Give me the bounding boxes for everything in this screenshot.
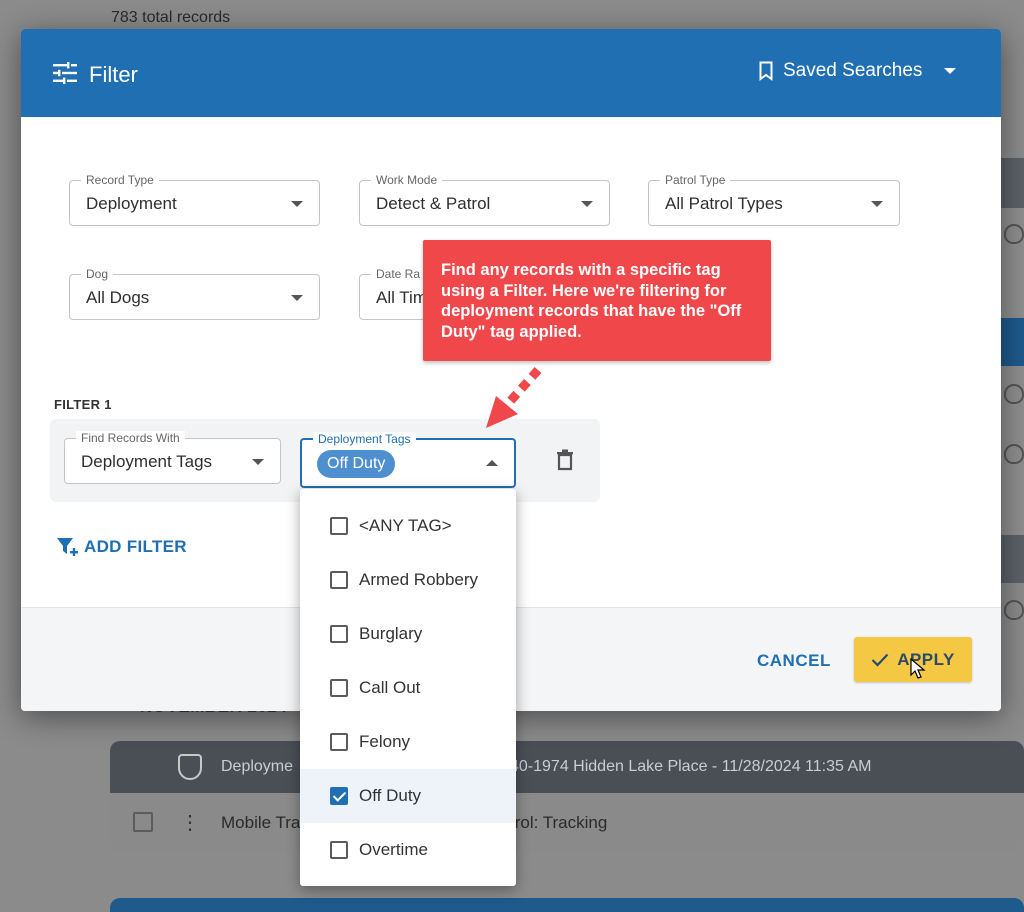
menu-item-any-tag[interactable]: <ANY TAG>: [300, 499, 516, 553]
field-value: Detect & Patrol: [376, 194, 491, 213]
add-filter-label: ADD FILTER: [84, 537, 187, 556]
tune-icon: [53, 62, 77, 84]
field-label: Patrol Type: [660, 173, 731, 187]
checkbox[interactable]: [330, 571, 348, 589]
checkbox[interactable]: [330, 517, 348, 535]
tutorial-callout: Find any records with a specific tag usi…: [423, 240, 771, 361]
shield-icon: [1004, 384, 1024, 404]
card-header-type: Deployme: [221, 758, 294, 775]
bg-section-header-blue: [1001, 318, 1024, 366]
field-label: Work Mode: [371, 173, 443, 187]
menu-item-overtime[interactable]: Overtime: [300, 823, 516, 877]
menu-item-felony[interactable]: Felony: [300, 715, 516, 769]
check-icon: [871, 653, 889, 667]
bookmark-icon: [759, 61, 773, 81]
mouse-cursor-icon: [910, 658, 926, 679]
filter-1-heading: FILTER 1: [54, 397, 112, 412]
menu-item-off-duty[interactable]: Off Duty: [300, 769, 516, 823]
menu-item-label: Off Duty: [359, 786, 422, 805]
saved-searches-button[interactable]: Saved Searches: [759, 60, 957, 82]
menu-item-label: Armed Robbery: [359, 570, 479, 589]
record-card-header: Deployme 40-1974 Hidden Lake Place - 11/…: [110, 741, 1024, 793]
filter-add-icon: [57, 538, 78, 556]
caret-up-icon: [486, 460, 498, 466]
record-type-select[interactable]: Record Type Deployment: [69, 173, 320, 226]
bg-bottom-bar: [110, 898, 1024, 912]
field-label: Find Records With: [76, 431, 185, 445]
modal-header: Filter Saved Searches: [21, 29, 1001, 117]
caret-down-icon: [291, 201, 303, 207]
tags-dropdown-menu: <ANY TAG> Armed Robbery Burglary Call Ou…: [300, 489, 516, 886]
menu-item-armed-robbery[interactable]: Armed Robbery: [300, 553, 516, 607]
bg-section-header: [1001, 158, 1024, 208]
checkbox-checked[interactable]: [330, 787, 348, 805]
menu-item-label: Felony: [359, 732, 411, 751]
cancel-button[interactable]: CANCEL: [757, 651, 831, 671]
tag-chip[interactable]: Off Duty: [317, 450, 396, 478]
find-records-with-select[interactable]: Find Records With Deployment Tags: [64, 431, 281, 484]
field-label: Dog: [81, 267, 114, 281]
patrol-type-select[interactable]: Patrol Type All Patrol Types: [648, 173, 900, 226]
caret-down-icon: [944, 68, 957, 74]
record-row: ⋮ Mobile Tra trol: Tracking: [110, 793, 1024, 851]
work-mode-select[interactable]: Work Mode Detect & Patrol: [359, 173, 610, 226]
field-value: Deployment Tags: [81, 452, 213, 471]
field-label: Record Type: [81, 173, 159, 187]
row-checkbox[interactable]: [133, 812, 153, 832]
caret-down-icon: [871, 201, 883, 207]
checkbox[interactable]: [330, 625, 348, 643]
field-label: Deployment Tags: [313, 432, 416, 446]
shield-icon: [1004, 224, 1024, 244]
menu-item-call-out[interactable]: Call Out: [300, 661, 516, 715]
callout-arrow-icon: [486, 367, 542, 428]
checkbox[interactable]: [330, 679, 348, 697]
checkbox[interactable]: [330, 841, 348, 859]
route-icon: ⋮: [180, 812, 200, 834]
bg-section-header: [1001, 535, 1024, 583]
modal-title: Filter: [89, 62, 138, 87]
caret-down-icon: [252, 459, 264, 465]
record-count: 783 total records: [111, 9, 231, 26]
field-value: All Patrol Types: [665, 194, 783, 213]
add-filter-button[interactable]: ADD FILTER: [56, 536, 187, 558]
menu-item-label: <ANY TAG>: [359, 516, 452, 535]
row-details: trol: Tracking: [510, 813, 608, 832]
record-card: Deployme 40-1974 Hidden Lake Place - 11/…: [110, 741, 1024, 851]
field-value: Deployment: [86, 194, 177, 213]
menu-item-label: Burglary: [359, 624, 423, 643]
shield-icon: [1004, 600, 1024, 620]
shield-icon: [1004, 444, 1024, 464]
field-value: All Dogs: [86, 288, 150, 307]
row-type: Mobile Tra: [221, 813, 301, 832]
caret-down-icon: [291, 295, 303, 301]
menu-item-burglary[interactable]: Burglary: [300, 607, 516, 661]
dog-select[interactable]: Dog All Dogs: [69, 267, 320, 320]
field-value: All Tim: [376, 288, 427, 307]
field-label: Date Ra: [371, 267, 426, 281]
checkbox[interactable]: [330, 733, 348, 751]
saved-searches-label: Saved Searches: [783, 60, 923, 81]
caret-down-icon: [581, 201, 593, 207]
shield-star-icon: [178, 754, 202, 780]
trash-icon[interactable]: [556, 449, 574, 471]
apply-label: APPLY: [897, 649, 955, 669]
deployment-tags-select[interactable]: Deployment Tags Off Duty: [300, 432, 516, 488]
menu-item-label: Overtime: [359, 840, 428, 859]
menu-item-label: Call Out: [359, 678, 421, 697]
bg-list: [1001, 208, 1024, 535]
card-header-details: 40-1974 Hidden Lake Place - 11/28/2024 1…: [510, 758, 872, 775]
